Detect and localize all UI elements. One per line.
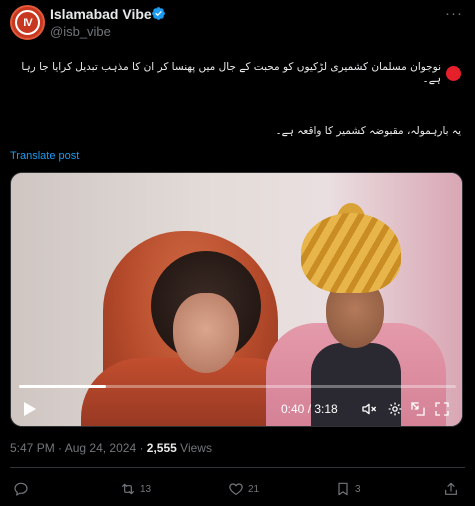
meta-separator: · bbox=[54, 441, 65, 455]
repost-button[interactable]: 13 bbox=[120, 481, 151, 497]
settings-gear-icon[interactable] bbox=[387, 401, 403, 417]
views-label: Views bbox=[176, 441, 212, 455]
video-duration: 3:18 bbox=[314, 402, 338, 416]
translate-post-link[interactable]: Translate post bbox=[10, 150, 79, 162]
video-time-separator: / bbox=[304, 402, 315, 416]
play-icon[interactable] bbox=[23, 401, 37, 417]
user-handle[interactable]: @isb_vibe bbox=[50, 24, 111, 39]
bookmark-icon bbox=[338, 482, 348, 496]
video-progress-fill bbox=[19, 385, 107, 388]
fullscreen-icon[interactable] bbox=[434, 401, 450, 417]
tweet-header: IV Islamabad Vibe @isb_vibe ··· bbox=[10, 5, 465, 41]
heart-icon bbox=[229, 483, 243, 495]
tweet-meta: 5:47 PM · Aug 24, 2024 · 2,555 Views bbox=[10, 441, 212, 455]
reply-icon bbox=[14, 482, 28, 496]
tweet-text-line-1: نوجوان مسلمان کشمیری لڑکیوں کو محبت کے ج… bbox=[0, 61, 461, 85]
share-icon bbox=[445, 482, 457, 495]
bookmark-button[interactable]: 3 bbox=[335, 481, 361, 497]
video-progress-bar[interactable] bbox=[19, 385, 456, 388]
like-count: 21 bbox=[248, 483, 260, 495]
views-count: 2,555 bbox=[146, 441, 177, 455]
repost-icon bbox=[122, 483, 134, 495]
avatar[interactable]: IV bbox=[10, 5, 45, 40]
like-button[interactable]: 21 bbox=[228, 481, 259, 497]
reply-button[interactable] bbox=[13, 481, 29, 497]
tweet-text-1: نوجوان مسلمان کشمیری لڑکیوں کو محبت کے ج… bbox=[21, 61, 442, 85]
video-figure-turban bbox=[301, 213, 401, 293]
tweet-date[interactable]: Aug 24, 2024 bbox=[65, 441, 136, 455]
bookmark-count: 3 bbox=[355, 483, 361, 495]
share-button[interactable] bbox=[443, 481, 459, 497]
volume-muted-icon[interactable] bbox=[361, 401, 377, 417]
tweet-time[interactable]: 5:47 PM bbox=[10, 441, 55, 455]
repost-count: 13 bbox=[140, 483, 152, 495]
avatar-logo: IV bbox=[15, 10, 40, 35]
video-current-time: 0:40 bbox=[281, 402, 305, 416]
picture-in-picture-icon[interactable] bbox=[410, 401, 426, 417]
divider bbox=[10, 467, 465, 468]
more-options-icon[interactable]: ··· bbox=[445, 5, 463, 22]
verified-badge-icon bbox=[152, 7, 165, 20]
display-name[interactable]: Islamabad Vibe bbox=[50, 6, 152, 22]
video-player[interactable]: 0:40 / 3:18 bbox=[10, 172, 463, 427]
tweet-text-line-2: یہ بارہمولہ، مقبوضہ کشمیر کا واقعہ ہے۔ bbox=[275, 125, 461, 137]
video-figure-bride-face bbox=[173, 293, 239, 373]
meta-separator-2: · bbox=[136, 441, 147, 455]
red-circle-emoji-icon bbox=[446, 65, 461, 81]
video-time: 0:40 / 3:18 bbox=[281, 402, 338, 416]
